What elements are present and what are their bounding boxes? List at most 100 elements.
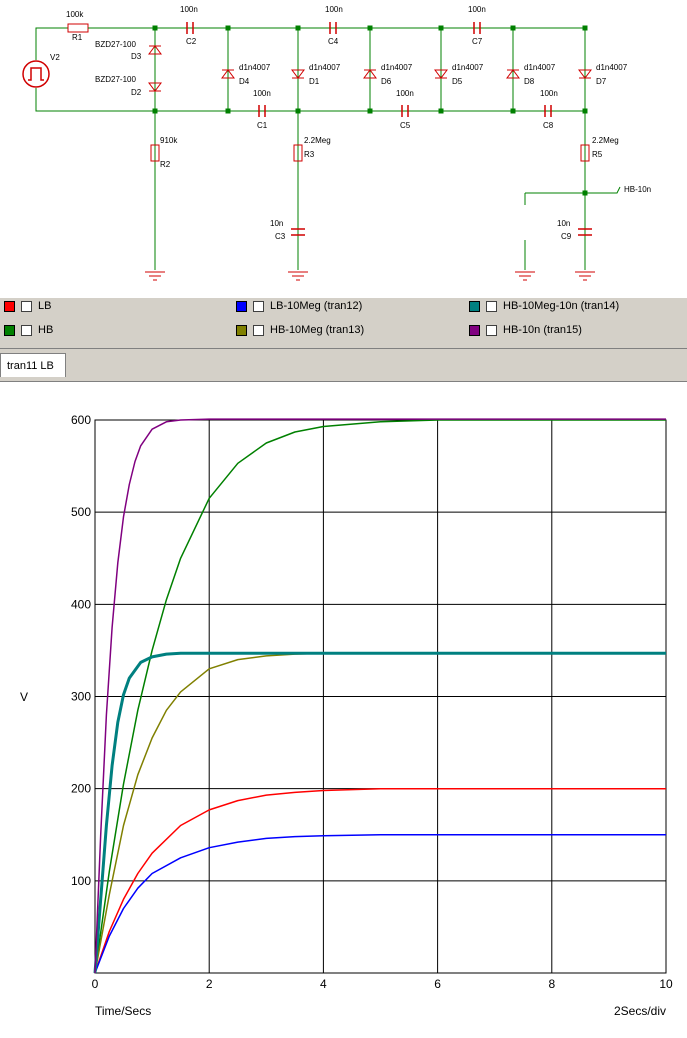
- component-label: 100k: [66, 10, 84, 19]
- component-label: D6: [381, 77, 392, 86]
- component-label: 2.2Meg: [304, 136, 331, 145]
- y-tick-label: 600: [71, 413, 91, 427]
- x-tick-label: 6: [434, 977, 441, 991]
- legend-checkbox[interactable]: [486, 300, 497, 312]
- component-label: R3: [304, 150, 315, 159]
- component-label: D8: [524, 77, 535, 86]
- component-label: C5: [400, 121, 411, 130]
- legend-bar: LB HB LB-10Meg (tran12) HB-10Meg (tran13) HB…: [0, 297, 687, 349]
- junction-dot: [225, 108, 231, 114]
- legend-swatch: [236, 324, 247, 336]
- legend-label: LB-10Meg (tran12): [270, 300, 363, 312]
- transient-plot: 0 2 4 6 8 10 100 200 300 400 500 600 Time/Secs 2Secs/…: [20, 413, 673, 1018]
- y-tick-label: 200: [71, 782, 91, 796]
- legend-item[interactable]: LB: [4, 298, 51, 314]
- schematic-diagram: V2 100k R1 BZD27-100 D3 BZD27-100 D2 100n C2 100n…: [22, 5, 651, 281]
- legend-swatch: [469, 324, 480, 336]
- junction-dot: [225, 25, 231, 31]
- tab-strip: tran11 LB: [0, 349, 687, 382]
- component-label: C1: [257, 121, 268, 130]
- legend-label: HB-10Meg-10n (tran14): [503, 300, 620, 312]
- legend-label: HB: [38, 324, 54, 336]
- component-label: d1n4007: [596, 63, 628, 72]
- y-tick-label: 100: [71, 874, 91, 888]
- x-tick-label: 4: [320, 977, 327, 991]
- legend-swatch: [4, 324, 15, 336]
- component-label: R5: [592, 150, 603, 159]
- component-label: 10n: [270, 219, 283, 228]
- component-label: BZD27-100: [95, 40, 136, 49]
- resistor-R1: [67, 23, 89, 33]
- junction-dot: [367, 25, 373, 31]
- component-label: 100n: [325, 5, 343, 14]
- component-label: C8: [543, 121, 554, 130]
- legend-checkbox[interactable]: [486, 324, 497, 336]
- series-line-2: [94, 834, 666, 974]
- component-label: 910k: [160, 136, 178, 145]
- legend-item[interactable]: HB-10n (tran15): [469, 322, 582, 338]
- tab-tran11-lb[interactable]: tran11 LB: [0, 353, 66, 377]
- series-line-3: [94, 652, 666, 974]
- junction-dot: [367, 108, 373, 114]
- component-label: 10n: [557, 219, 570, 228]
- series-line-4: [93, 651, 666, 974]
- junction-dot: [295, 108, 301, 114]
- junction-dot: [438, 25, 444, 31]
- pulse-icon: [28, 67, 44, 81]
- junction-dot: [582, 25, 588, 31]
- component-label: C2: [186, 37, 197, 46]
- component-label: BZD27-100: [95, 75, 136, 84]
- component-label: 2.2Meg: [592, 136, 619, 145]
- component-label: R1: [72, 33, 83, 42]
- probe-label: HB-10n: [624, 185, 651, 194]
- component-label: C4: [328, 37, 339, 46]
- component-label: 100n: [180, 5, 198, 14]
- component-label: D1: [309, 77, 320, 86]
- component-label: d1n4007: [524, 63, 556, 72]
- legend-swatch: [236, 300, 247, 312]
- x-tick-label: 0: [92, 977, 99, 991]
- junction-dot: [152, 25, 158, 31]
- component-label: d1n4007: [239, 63, 271, 72]
- component-label: D4: [239, 77, 250, 86]
- x-scale-label: 2Secs/div: [614, 1004, 666, 1018]
- y-axis-label: V: [20, 690, 28, 704]
- legend-swatch: [4, 300, 15, 312]
- legend-item[interactable]: HB-10Meg (tran13): [236, 322, 364, 338]
- component-label: 100n: [396, 89, 414, 98]
- legend-item[interactable]: HB: [4, 322, 53, 338]
- component-label: V2: [50, 53, 60, 62]
- component-label: C9: [561, 232, 572, 241]
- component-label: d1n4007: [452, 63, 484, 72]
- component-label: 100n: [253, 89, 271, 98]
- legend-item[interactable]: HB-10Meg-10n (tran14): [469, 298, 619, 314]
- legend-label: HB-10Meg (tran13): [270, 324, 365, 336]
- junction-dot: [582, 108, 588, 114]
- x-tick-label: 8: [548, 977, 555, 991]
- component-label: D7: [596, 77, 607, 86]
- component-label: 100n: [468, 5, 486, 14]
- junction-dot: [510, 25, 516, 31]
- legend-checkbox[interactable]: [253, 324, 264, 336]
- component-label: d1n4007: [381, 63, 413, 72]
- wire: [585, 186, 621, 194]
- x-tick-label: 10: [659, 977, 673, 991]
- tab-label: tran11 LB: [7, 360, 54, 372]
- component-label: D2: [131, 88, 142, 97]
- legend-checkbox[interactable]: [21, 324, 32, 336]
- component-label: C7: [472, 37, 483, 46]
- component-label: C3: [275, 232, 286, 241]
- junction-dot: [510, 108, 516, 114]
- component-label: R2: [160, 160, 171, 169]
- legend-checkbox[interactable]: [253, 300, 264, 312]
- legend-item[interactable]: LB-10Meg (tran12): [236, 298, 362, 314]
- component-label: d1n4007: [309, 63, 341, 72]
- component-label: 100n: [540, 89, 558, 98]
- component-label: D3: [131, 52, 142, 61]
- legend-label: LB: [38, 300, 52, 312]
- legend-checkbox[interactable]: [21, 300, 32, 312]
- y-tick-label: 500: [71, 505, 91, 519]
- x-tick-label: 2: [206, 977, 213, 991]
- legend-label: HB-10n (tran15): [503, 324, 582, 336]
- junction-dot: [438, 108, 444, 114]
